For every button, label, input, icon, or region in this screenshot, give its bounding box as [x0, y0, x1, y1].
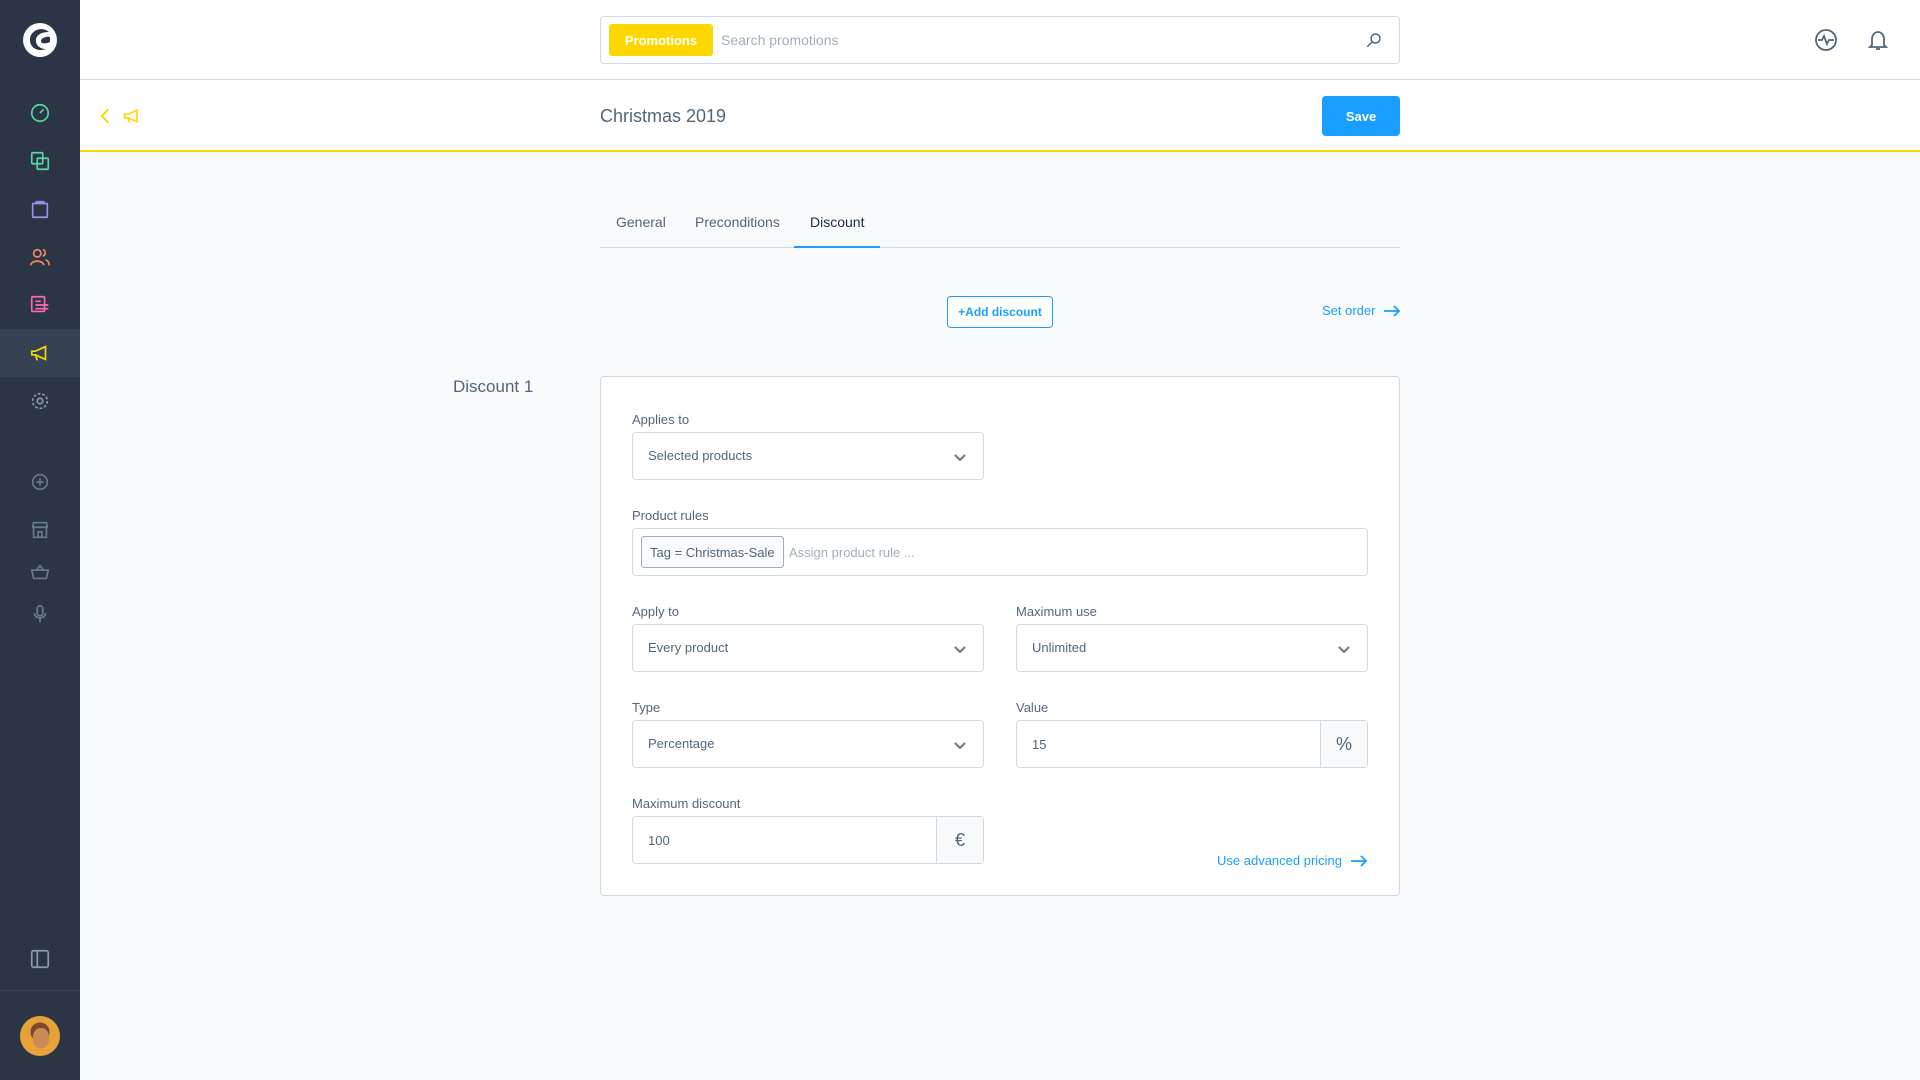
- global-search: Promotions: [600, 16, 1400, 64]
- maximum-use-value: Unlimited: [1032, 640, 1087, 655]
- type-label: Type: [632, 700, 661, 715]
- orders-icon[interactable]: [28, 197, 52, 221]
- chevron-down-icon: [954, 454, 966, 462]
- arrow-right-icon: [1351, 854, 1368, 867]
- percent-suffix: %: [1320, 721, 1367, 767]
- type-value: Percentage: [648, 736, 715, 751]
- product-rule-input[interactable]: [789, 538, 1349, 566]
- page-title: Christmas 2019: [600, 106, 727, 126]
- microphone-icon[interactable]: [28, 602, 52, 626]
- collapse-sidebar-icon[interactable]: [28, 947, 52, 971]
- discount-card: Applies to Selected products Product rul…: [600, 376, 1400, 896]
- marketing-icon[interactable]: [28, 341, 52, 365]
- product-rule-chip[interactable]: Tag = Christmas-Sale: [641, 536, 784, 568]
- promotion-tabs: General Preconditions Discount: [600, 204, 1400, 248]
- advanced-pricing-link[interactable]: Use advanced pricing: [1217, 853, 1368, 868]
- save-button[interactable]: Save: [1322, 96, 1400, 136]
- applies-to-value: Selected products: [648, 448, 753, 463]
- marketing-module-icon: [123, 108, 138, 124]
- maximum-use-label: Maximum use: [1016, 604, 1097, 619]
- set-order-label: Set order: [1322, 303, 1376, 318]
- add-discount-button[interactable]: +Add discount: [947, 296, 1053, 328]
- applies-to-label: Applies to: [632, 412, 690, 427]
- settings-icon[interactable]: [28, 389, 52, 413]
- apply-to-value: Every product: [648, 640, 729, 655]
- maximum-discount-label: Maximum discount: [632, 796, 741, 811]
- product-rules-label: Product rules: [632, 508, 709, 523]
- maximum-use-select[interactable]: Unlimited: [1016, 624, 1368, 672]
- shopware-logo-icon[interactable]: [22, 22, 58, 58]
- product-rules-field[interactable]: Tag = Christmas-Sale: [632, 528, 1368, 576]
- type-select[interactable]: Percentage: [632, 720, 984, 768]
- basket-icon[interactable]: [28, 560, 52, 584]
- tab-discount[interactable]: Discount: [794, 204, 881, 248]
- search-module-tag[interactable]: Promotions: [609, 24, 713, 56]
- sidebar-divider: [0, 990, 80, 991]
- tab-general[interactable]: General: [600, 204, 682, 248]
- set-order-link[interactable]: Set order: [1322, 303, 1401, 318]
- customers-icon[interactable]: [28, 245, 52, 269]
- admin-sidebar: [0, 0, 80, 1080]
- tab-preconditions[interactable]: Preconditions: [679, 204, 796, 248]
- search-icon[interactable]: [1365, 31, 1383, 49]
- activity-icon[interactable]: [1814, 28, 1838, 52]
- dashboard-icon[interactable]: [28, 101, 52, 125]
- user-avatar[interactable]: [20, 1016, 60, 1056]
- apply-to-label: Apply to: [632, 604, 679, 619]
- value-input-group: %: [1016, 720, 1368, 768]
- euro-suffix: €: [936, 817, 983, 863]
- bell-icon[interactable]: [1866, 28, 1890, 52]
- advanced-pricing-label: Use advanced pricing: [1217, 853, 1343, 868]
- content-icon[interactable]: [28, 293, 52, 317]
- value-input[interactable]: [1017, 721, 1321, 767]
- chevron-down-icon: [954, 742, 966, 750]
- store-icon[interactable]: [28, 518, 52, 542]
- applies-to-select[interactable]: Selected products: [632, 432, 984, 480]
- products-icon[interactable]: [28, 149, 52, 173]
- arrow-right-icon: [1384, 304, 1401, 317]
- smart-bar: Christmas 2019 Save: [80, 80, 1920, 152]
- back-chevron-icon[interactable]: [96, 106, 116, 126]
- maximum-discount-input-group: €: [632, 816, 984, 864]
- maximum-discount-input[interactable]: [633, 817, 937, 863]
- plugins-icon[interactable]: [28, 470, 52, 494]
- top-bar: Promotions: [80, 0, 1920, 80]
- discount-title: Discount 1: [453, 377, 534, 396]
- chevron-down-icon: [954, 646, 966, 654]
- apply-to-select[interactable]: Every product: [632, 624, 984, 672]
- chevron-down-icon: [1338, 646, 1350, 654]
- value-label: Value: [1016, 700, 1049, 715]
- search-input[interactable]: [721, 25, 1341, 55]
